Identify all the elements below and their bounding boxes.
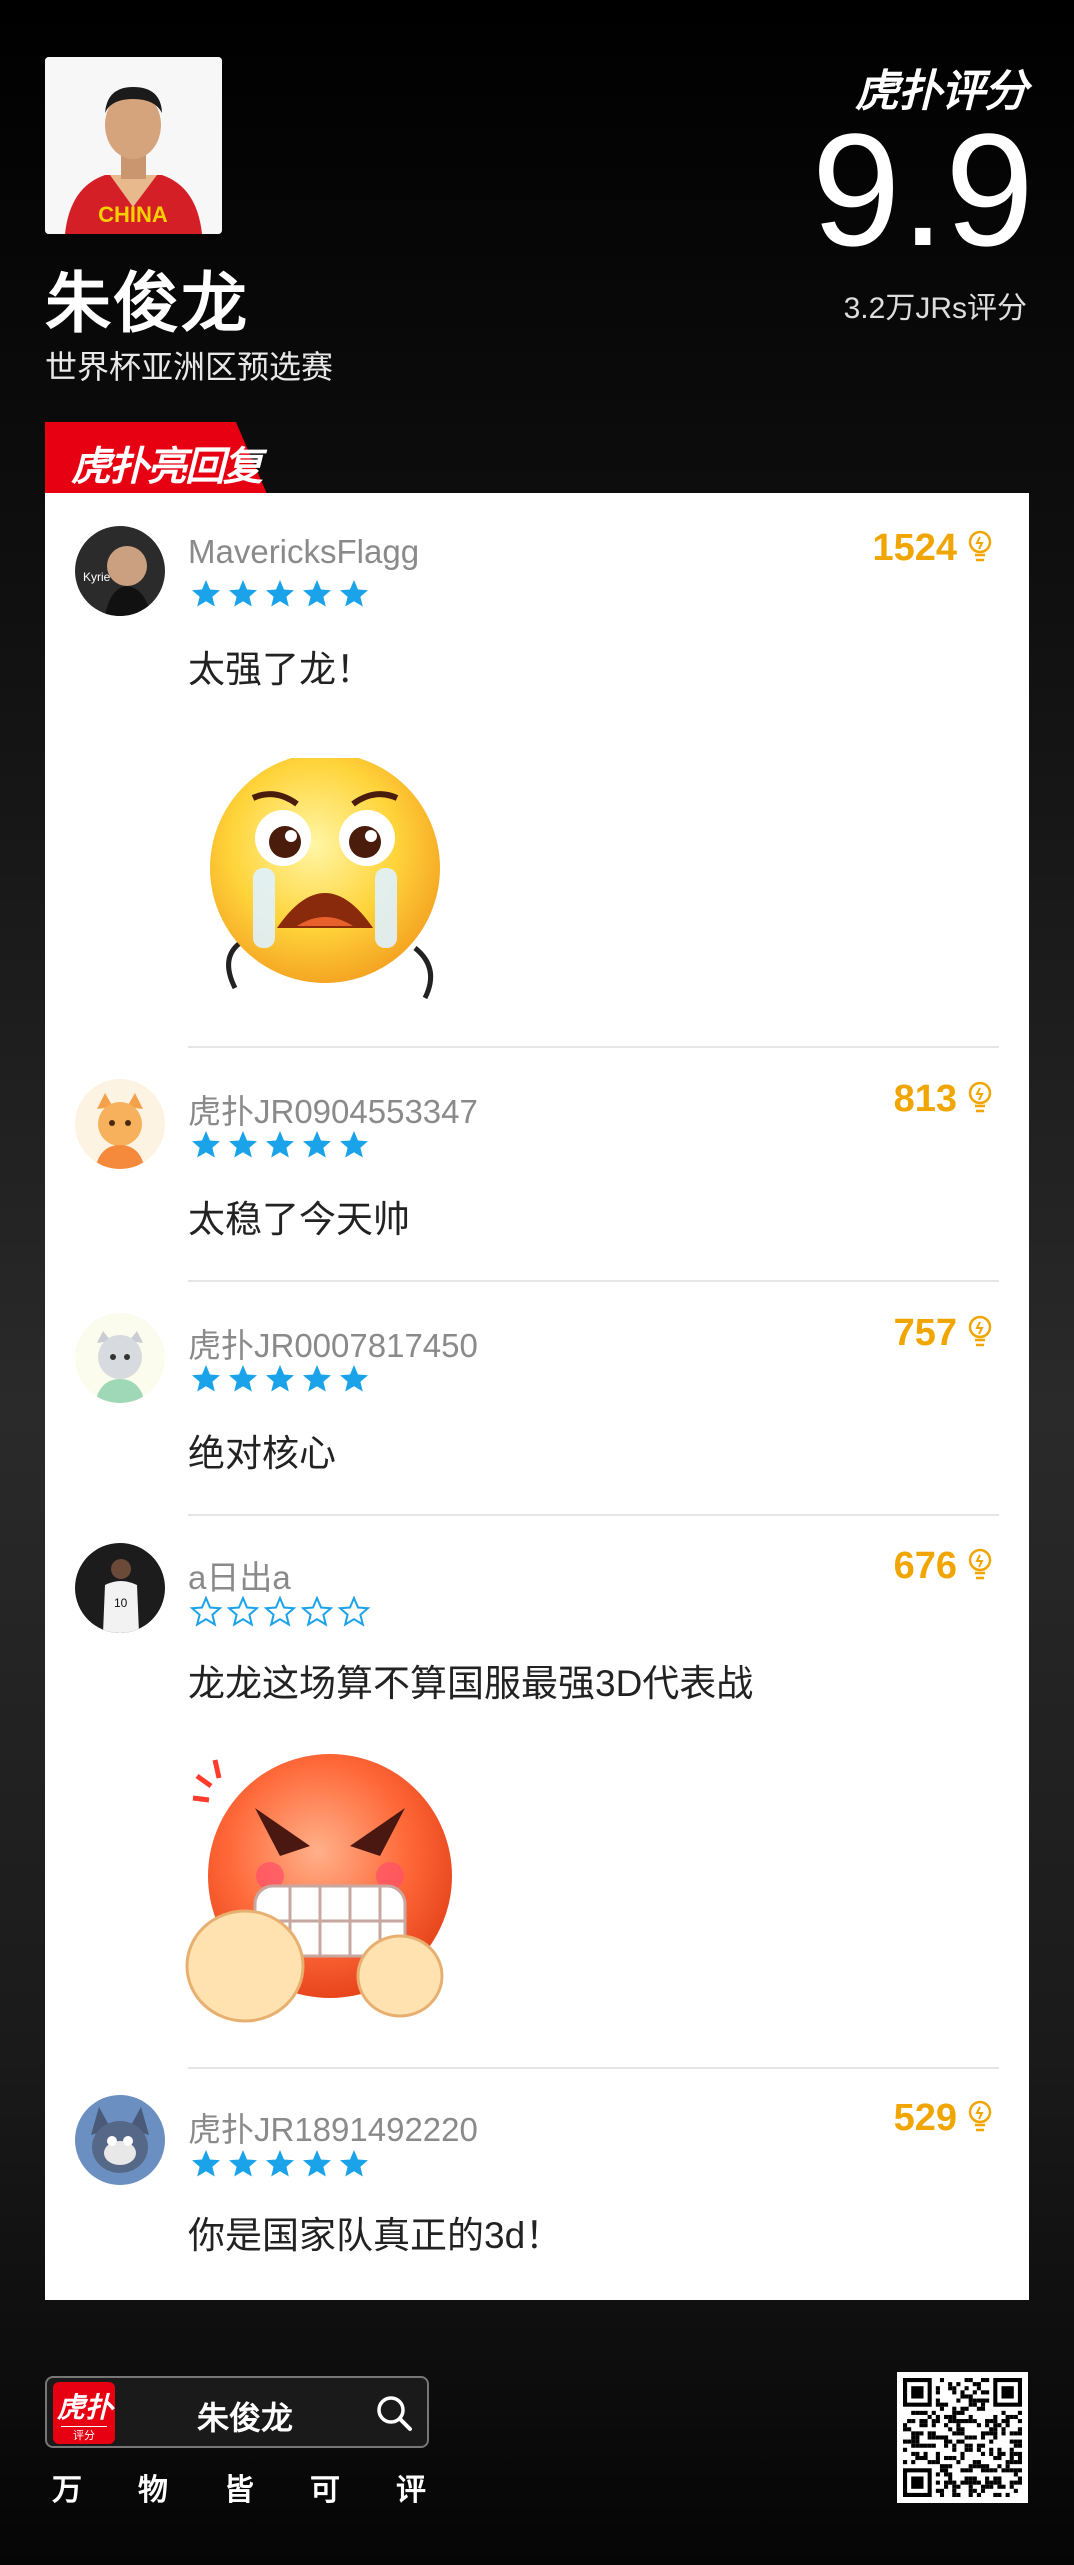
star-filled-icon xyxy=(192,1365,220,1392)
star-filled-icon xyxy=(192,1131,220,1158)
vote-count: 3.2万JRs评分 xyxy=(843,292,1027,325)
svg-text:CHINA: CHINA xyxy=(98,202,168,227)
like-counter[interactable]: 529 xyxy=(894,2097,995,2140)
star-rating xyxy=(190,578,370,610)
username[interactable]: 虎扑JR1891492220 xyxy=(188,2103,478,2151)
comment-item: 虎扑JR0904553347 813 太稳了今天帅 xyxy=(45,1048,1029,1282)
comments-card: Kyrie MavericksFlagg 1524 太强了龙！ 虎扑JR0904… xyxy=(45,493,1029,2300)
star-filled-icon xyxy=(192,580,220,607)
svg-text:10: 10 xyxy=(114,1596,128,1610)
comment-item: 虎扑JR1891492220 529 你是国家队真正的3d！ xyxy=(45,2069,1029,2300)
username[interactable]: a日出a xyxy=(188,1551,291,1599)
username[interactable]: MavericksFlagg xyxy=(188,533,419,571)
like-count: 676 xyxy=(893,1545,957,1587)
svg-text:Kyrie: Kyrie xyxy=(83,570,111,584)
comment-text: 太稳了今天帅 xyxy=(188,1199,410,1240)
search-bar[interactable]: 虎扑 评分 朱俊龙 xyxy=(45,2376,429,2448)
star-filled-icon xyxy=(303,2150,331,2177)
like-count: 757 xyxy=(893,1312,957,1354)
like-counter[interactable]: 1524 xyxy=(872,527,995,570)
like-counter[interactable]: 757 xyxy=(894,1312,995,1355)
lightbulb-icon[interactable] xyxy=(965,1547,995,1586)
star-rating xyxy=(190,1129,370,1161)
search-icon[interactable] xyxy=(375,2394,413,2437)
comment-text: 你是国家队真正的3d！ xyxy=(188,2215,563,2256)
player-name: 朱俊龙 xyxy=(45,266,249,340)
star-filled-icon xyxy=(229,580,257,607)
star-empty-icon xyxy=(338,1596,370,1627)
star-filled-icon xyxy=(266,580,294,607)
star-rating xyxy=(190,1363,370,1395)
avatar[interactable]: 10 xyxy=(75,1543,165,1633)
comment-text: 绝对核心 xyxy=(188,1433,336,1474)
like-count: 813 xyxy=(893,1078,957,1120)
star-filled-icon xyxy=(340,580,368,607)
star-rating xyxy=(190,1596,370,1628)
player-photo: CHINA xyxy=(45,57,222,234)
like-count: 1524 xyxy=(872,527,957,569)
hupu-app-icon: 虎扑 评分 xyxy=(53,2382,115,2444)
star-filled-icon xyxy=(266,1365,294,1392)
comment-text: 太强了龙！ xyxy=(188,649,373,690)
star-filled-icon xyxy=(229,1365,257,1392)
star-empty-icon xyxy=(264,1596,296,1627)
comment-item: 10 a日出a 676 龙龙这场算不算国服最强3D代表战 xyxy=(45,1516,1029,2069)
avatar[interactable] xyxy=(75,1313,165,1403)
star-filled-icon xyxy=(303,1365,331,1392)
star-filled-icon xyxy=(229,2150,257,2177)
slogan: 万 物 皆 可 评 xyxy=(52,2474,426,2507)
star-filled-icon xyxy=(340,1131,368,1158)
star-filled-icon xyxy=(303,1131,331,1158)
section-tag: 虎扑亮回复 xyxy=(45,422,267,494)
crying-face-emoji xyxy=(205,753,465,1013)
star-filled-icon xyxy=(340,1365,368,1392)
star-filled-icon xyxy=(266,1131,294,1158)
lightbulb-icon[interactable] xyxy=(965,2099,995,2138)
comment-item: Kyrie MavericksFlagg 1524 太强了龙！ xyxy=(45,493,1029,1048)
avatar[interactable]: Kyrie xyxy=(75,526,165,616)
like-counter[interactable]: 813 xyxy=(894,1078,995,1121)
avatar[interactable] xyxy=(75,1079,165,1169)
like-counter[interactable]: 676 xyxy=(894,1545,995,1588)
lightbulb-icon[interactable] xyxy=(965,1314,995,1353)
comment-item: 虎扑JR0007817450 757 绝对核心 xyxy=(45,1282,1029,1516)
search-query[interactable]: 朱俊龙 xyxy=(197,2393,293,2439)
star-filled-icon xyxy=(229,1131,257,1158)
qr-code xyxy=(897,2372,1028,2503)
lightbulb-icon[interactable] xyxy=(965,529,995,568)
angry-face-emoji xyxy=(185,1746,465,2041)
star-rating xyxy=(190,2148,370,2180)
star-empty-icon xyxy=(190,1596,222,1627)
avatar[interactable] xyxy=(75,2095,165,2185)
star-empty-icon xyxy=(301,1596,333,1627)
lightbulb-icon[interactable] xyxy=(965,1080,995,1119)
event-name: 世界杯亚洲区预选赛 xyxy=(45,349,334,385)
star-filled-icon xyxy=(266,2150,294,2177)
player-score: 9.9 xyxy=(811,100,1034,279)
section-tag-label: 虎扑亮回复 xyxy=(71,445,263,489)
star-empty-icon xyxy=(227,1596,259,1627)
star-filled-icon xyxy=(303,580,331,607)
comment-text: 龙龙这场算不算国服最强3D代表战 xyxy=(188,1663,754,1704)
star-filled-icon xyxy=(340,2150,368,2177)
star-filled-icon xyxy=(192,2150,220,2177)
username[interactable]: 虎扑JR0007817450 xyxy=(188,1319,478,1367)
username[interactable]: 虎扑JR0904553347 xyxy=(188,1085,478,1133)
like-count: 529 xyxy=(893,2097,957,2139)
